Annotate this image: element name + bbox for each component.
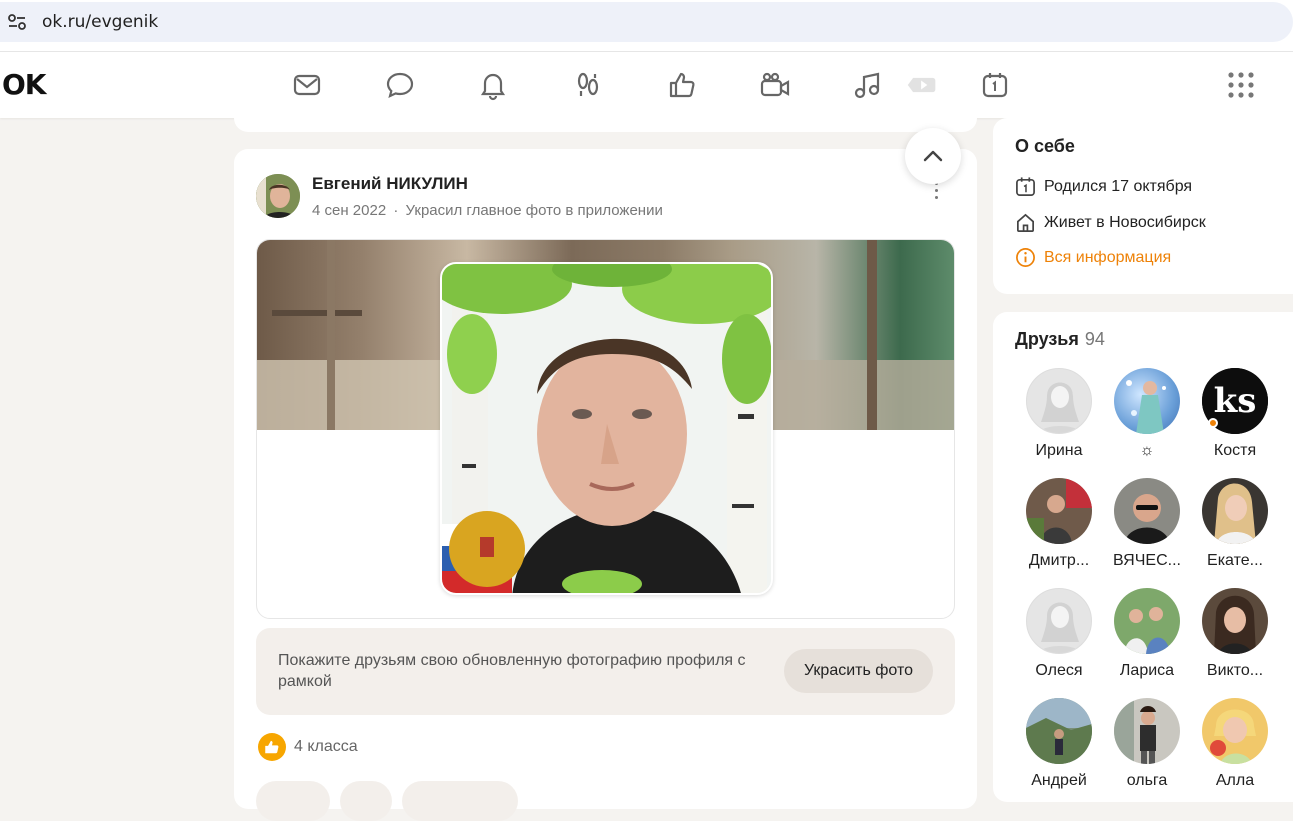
class-action-button[interactable] <box>402 781 518 821</box>
post-author-name[interactable]: Евгений НИКУЛИН <box>312 174 468 194</box>
home-icon <box>1017 213 1034 232</box>
video-camera-icon[interactable] <box>759 69 791 101</box>
site-settings-icon[interactable] <box>6 11 28 33</box>
friend-card[interactable]: Лариса <box>1105 588 1189 680</box>
friends-section: Друзья 94 Ирина ☼ ks Костя Дмитр... ВЯЧЕС… <box>993 312 1293 802</box>
friend-card[interactable]: ВЯЧЕС... <box>1105 478 1189 570</box>
friend-avatar[interactable] <box>1114 478 1180 544</box>
friend-name[interactable]: ВЯЧЕС... <box>1105 552 1189 570</box>
friend-card[interactable]: Андрей <box>1017 698 1101 790</box>
friend-name[interactable]: Лариса <box>1105 662 1189 680</box>
friend-card[interactable]: Ирина <box>1017 368 1101 460</box>
friends-title[interactable]: Друзья 94 <box>1015 329 1105 350</box>
friend-avatar[interactable] <box>1202 588 1268 654</box>
like-badge-icon <box>258 733 286 761</box>
friend-card[interactable]: ольга <box>1105 698 1189 790</box>
friends-count: 94 <box>1084 329 1105 349</box>
music-icon[interactable] <box>852 69 884 101</box>
apps-grid-icon[interactable] <box>1225 69 1257 101</box>
more-options-icon[interactable] <box>933 182 941 200</box>
mail-icon[interactable] <box>291 69 323 101</box>
post-action: Украсил главное фото в приложении <box>405 202 663 219</box>
post-photo[interactable] <box>256 239 955 619</box>
online-indicator <box>1208 418 1218 428</box>
post-meta: 4 сен 2022 · Украсил главное фото в прил… <box>312 202 663 219</box>
friend-name[interactable]: ольга <box>1105 772 1189 790</box>
friend-card[interactable]: Алла <box>1193 698 1277 790</box>
friend-avatar[interactable] <box>1202 478 1268 544</box>
calendar-icon[interactable] <box>979 69 1011 101</box>
profile-photo-with-frame[interactable] <box>440 262 773 595</box>
friend-name[interactable]: ☼ <box>1105 442 1189 460</box>
friend-name[interactable]: Костя <box>1193 442 1277 460</box>
friends-title-text: Друзья <box>1015 329 1079 349</box>
browser-address-bar: ok.ru/evgenik <box>0 0 1293 52</box>
post-likes[interactable]: 4 класса <box>258 733 358 761</box>
friend-card[interactable]: Олеся <box>1017 588 1101 680</box>
friend-name[interactable]: Ирина <box>1017 442 1101 460</box>
about-title: О себе <box>1015 136 1075 156</box>
previous-post-card <box>234 118 977 132</box>
scroll-to-top-button[interactable] <box>905 128 961 184</box>
calendar-icon <box>1016 177 1035 196</box>
friend-avatar[interactable] <box>1114 698 1180 764</box>
likes-count: 4 класса <box>294 738 358 755</box>
friend-avatar[interactable] <box>1202 698 1268 764</box>
friend-card[interactable]: ks Костя <box>1193 368 1277 460</box>
video-play-icon[interactable] <box>906 69 938 101</box>
friend-card[interactable]: Екате... <box>1193 478 1277 570</box>
friend-avatar[interactable] <box>1114 368 1180 434</box>
friend-name[interactable]: Олеся <box>1017 662 1101 680</box>
friend-name[interactable]: Дмитр... <box>1017 552 1101 570</box>
guests-icon[interactable] <box>572 69 604 101</box>
chat-icon[interactable] <box>384 69 416 101</box>
location-row: Живет в Новосибирск <box>1015 212 1206 233</box>
friend-card[interactable]: ☼ <box>1105 368 1189 460</box>
url-field[interactable]: ok.ru/evgenik <box>0 2 1293 42</box>
all-info-link[interactable]: Вся информация <box>1015 247 1171 268</box>
top-navigation: OK <box>0 52 1293 118</box>
friend-card[interactable]: Дмитр... <box>1017 478 1101 570</box>
friend-avatar[interactable] <box>1026 478 1092 544</box>
friend-avatar[interactable] <box>1026 588 1092 654</box>
all-info-text[interactable]: Вся информация <box>1044 249 1171 267</box>
birthday-text: Родился 17 октября <box>1044 177 1193 195</box>
promo-text: Покажите друзьям свою обновленную фотогр… <box>278 652 746 690</box>
about-section: О себе Родился 17 октября Живет в Новоси… <box>993 118 1293 294</box>
chevron-up-icon <box>923 150 943 162</box>
friend-avatar[interactable]: ks <box>1202 368 1268 434</box>
location-text: Живет в Новосибирск <box>1044 213 1206 231</box>
post-date[interactable]: 4 сен 2022 <box>312 202 386 219</box>
friend-card[interactable]: Викто... <box>1193 588 1277 680</box>
decorate-photo-promo: Покажите друзьям свою обновленную фотогр… <box>256 628 955 715</box>
friend-name[interactable]: Викто... <box>1193 662 1277 680</box>
bell-icon[interactable] <box>477 69 509 101</box>
ok-logo[interactable]: OK <box>2 68 46 101</box>
meta-separator: · <box>393 202 399 219</box>
friend-name[interactable]: Екате... <box>1193 552 1277 570</box>
author-avatar[interactable] <box>256 174 300 218</box>
info-icon <box>1016 248 1035 267</box>
url-text[interactable]: ok.ru/evgenik <box>42 12 158 32</box>
like-icon[interactable] <box>666 69 698 101</box>
friend-avatar[interactable] <box>1114 588 1180 654</box>
friend-avatar[interactable] <box>1026 368 1092 434</box>
feed-post: Евгений НИКУЛИН 4 сен 2022 · Украсил гла… <box>234 149 977 821</box>
decorate-photo-button[interactable]: Украсить фото <box>784 649 933 693</box>
friend-name[interactable]: Андрей <box>1017 772 1101 790</box>
friend-avatar[interactable] <box>1026 698 1092 764</box>
comment-action-button[interactable] <box>256 781 330 821</box>
friend-name[interactable]: Алла <box>1193 772 1277 790</box>
birthday-row: Родился 17 октября <box>1015 176 1192 197</box>
share-action-button[interactable] <box>340 781 392 821</box>
